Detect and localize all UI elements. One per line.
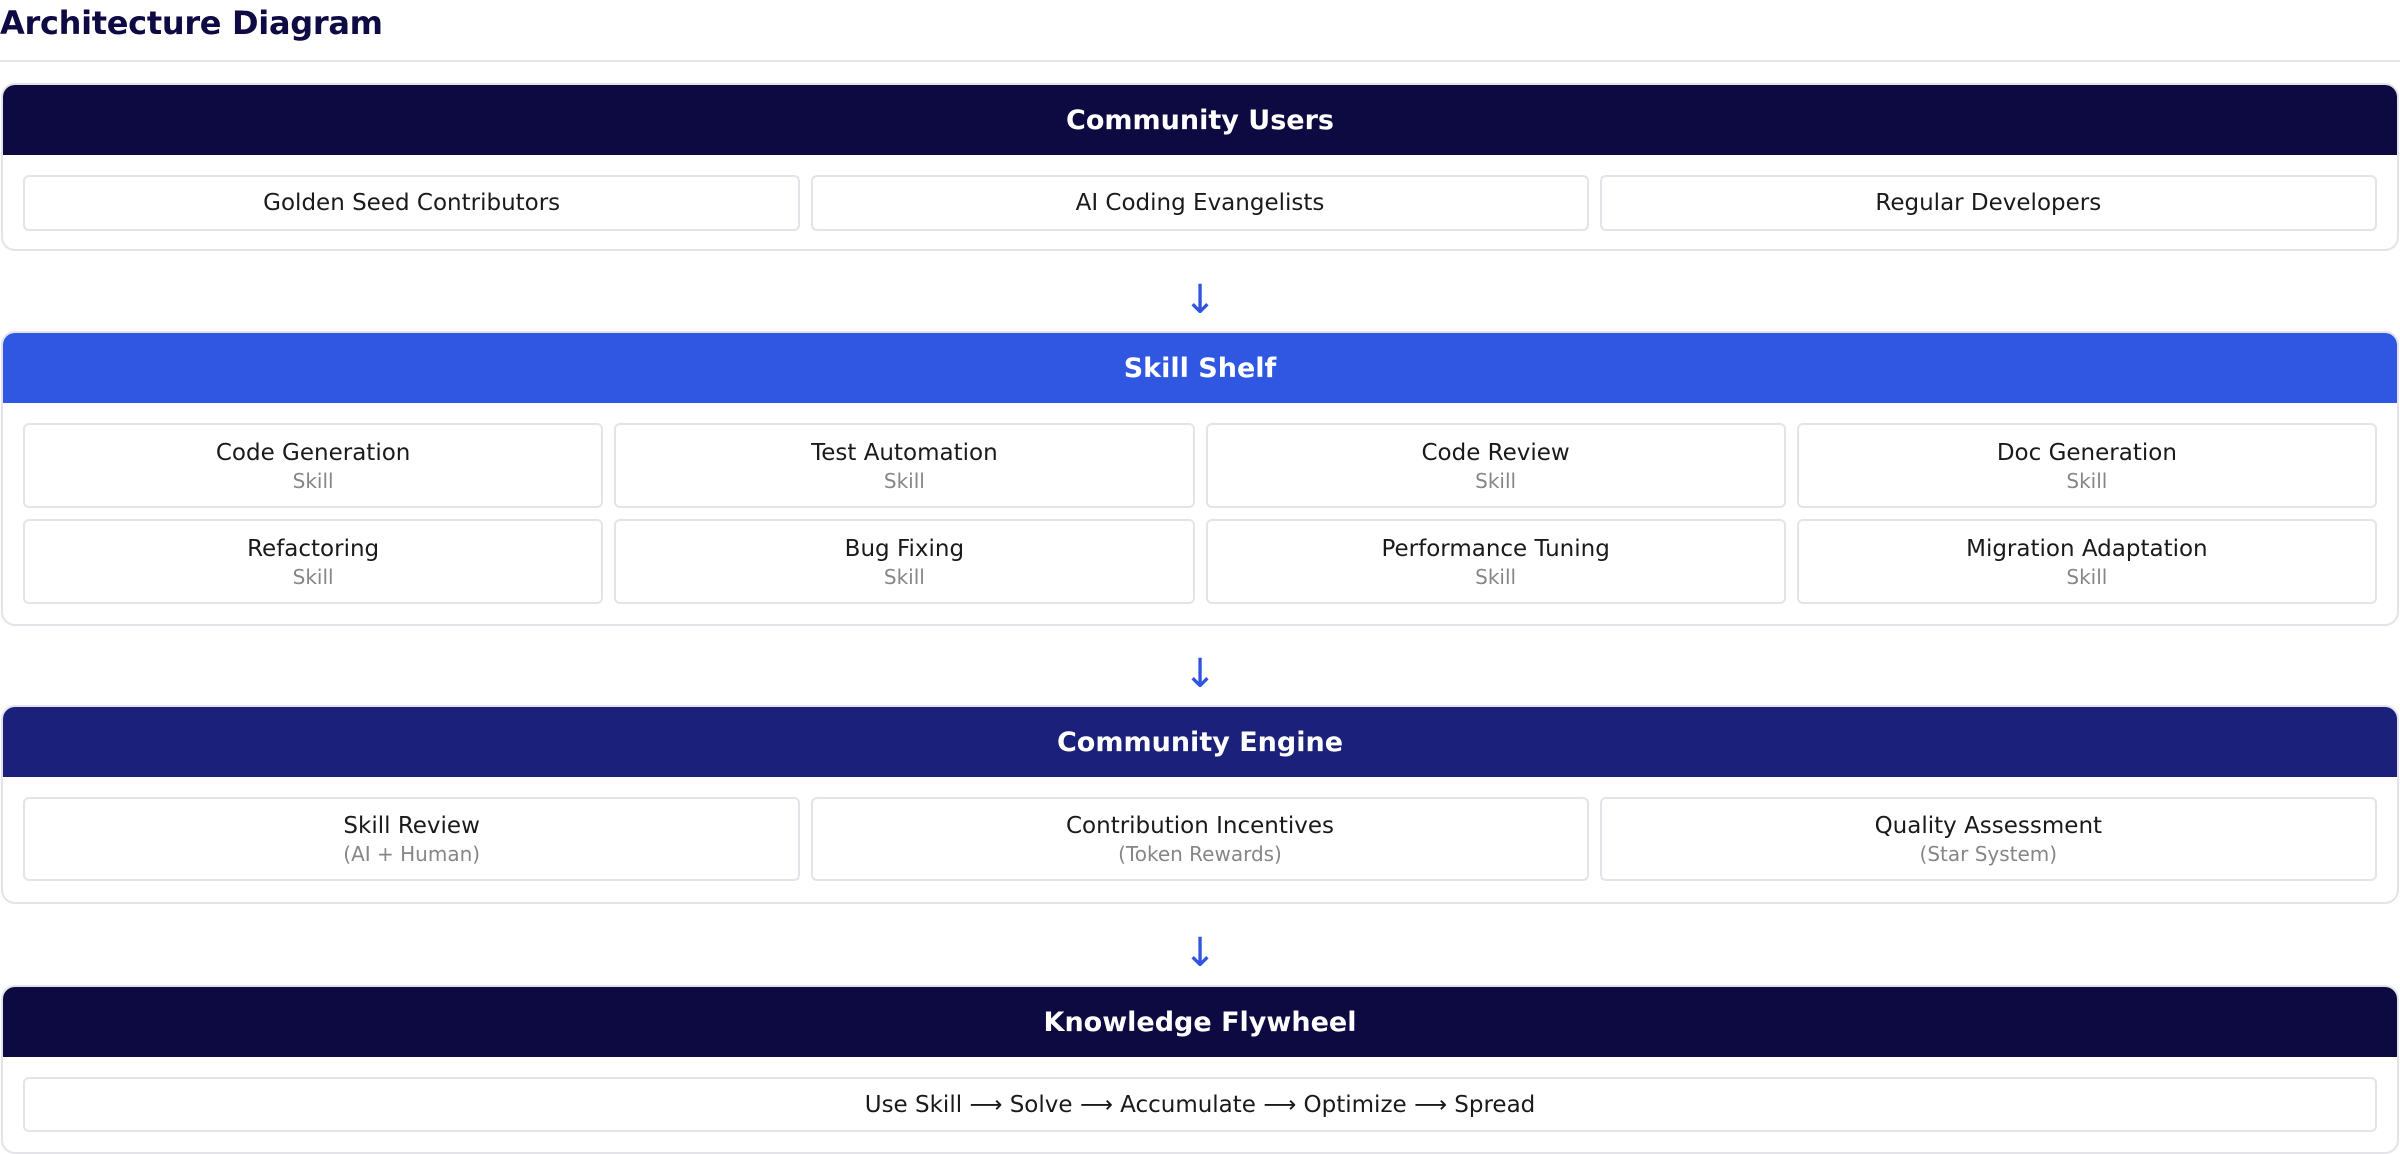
flywheel-cycle-text: Use Skill ⟶ Solve ⟶ Accumulate ⟶ Optimiz… [864, 1091, 1536, 1118]
layer-header: Skill Shelf [3, 333, 2397, 403]
layer-knowledge-flywheel: Knowledge Flywheel Use Skill ⟶ Solve ⟶ A… [1, 985, 2399, 1154]
card-title: Bug Fixing [844, 535, 965, 562]
layer-title: Community Users [1066, 104, 1334, 136]
skill-card-bug-fixing: Bug Fixing Skill [614, 519, 1195, 604]
arrow-down-icon: ↓ [1183, 930, 1217, 976]
layer-community-engine: Community Engine Skill Review (AI + Huma… [1, 705, 2399, 904]
layer-title: Community Engine [1056, 726, 1344, 758]
skill-card-code-generation: Code Generation Skill [23, 423, 604, 508]
skill-card-doc-generation: Doc Generation Skill [1796, 423, 2377, 508]
card-title: Code Review [1421, 439, 1570, 466]
card-subtitle: Skill [292, 564, 334, 589]
card-title: Contribution Incentives [1065, 813, 1334, 839]
card-title: Refactoring [247, 535, 380, 562]
page-title: Architecture Diagram [0, 4, 383, 42]
layer-header: Community Users [3, 85, 2397, 155]
card-title: Migration Adaptation [1966, 535, 2208, 562]
card-title: Doc Generation [1996, 439, 2177, 466]
user-card-golden-seed: Golden Seed Contributors [23, 175, 801, 231]
card-title: Regular Developers [1875, 190, 2102, 216]
card-subtitle: Skill [1475, 564, 1517, 589]
skill-card-performance-tuning: Performance Tuning Skill [1205, 519, 1786, 604]
skill-card-code-review: Code Review Skill [1205, 423, 1786, 508]
skill-card-migration-adaptation: Migration Adaptation Skill [1796, 519, 2377, 604]
user-card-ai-evangelists: AI Coding Evangelists [811, 175, 1589, 231]
skill-card-test-automation: Test Automation Skill [614, 423, 1195, 508]
card-subtitle: Skill [883, 468, 925, 493]
card-title: Code Generation [215, 439, 411, 466]
arrow-down-icon: ↓ [1183, 651, 1217, 697]
arrow-down-icon: ↓ [1183, 277, 1217, 323]
card-subtitle: (AI + Human) [343, 842, 481, 866]
card-subtitle: Skill [1475, 468, 1517, 493]
card-subtitle: Skill [2066, 564, 2108, 589]
layer-community-users: Community Users Golden Seed Contributors… [1, 83, 2399, 251]
layer-title: Knowledge Flywheel [1043, 1006, 1357, 1038]
card-title: Quality Assessment [1874, 813, 2103, 839]
layer-header: Knowledge Flywheel [3, 987, 2397, 1057]
engine-card-quality-assessment: Quality Assessment (Star System) [1599, 797, 2377, 881]
user-card-regular-developers: Regular Developers [1599, 175, 2377, 231]
skill-card-refactoring: Refactoring Skill [23, 519, 604, 604]
engine-card-contribution-incentives: Contribution Incentives (Token Rewards) [811, 797, 1589, 881]
card-title: Golden Seed Contributors [263, 190, 561, 216]
title-divider [0, 60, 2400, 62]
card-subtitle: Skill [292, 468, 334, 493]
layer-skill-shelf: Skill Shelf Code Generation Skill Test A… [1, 331, 2399, 626]
architecture-diagram: Architecture Diagram Community Users Gol… [0, 0, 2400, 1154]
card-title: Skill Review [343, 813, 480, 839]
card-subtitle: Skill [883, 564, 925, 589]
engine-card-skill-review: Skill Review (AI + Human) [23, 797, 801, 881]
card-subtitle: Skill [2066, 468, 2108, 493]
card-title: Performance Tuning [1381, 535, 1610, 562]
card-title: Test Automation [811, 439, 998, 466]
card-subtitle: (Token Rewards) [1118, 842, 1282, 866]
card-title: AI Coding Evangelists [1075, 190, 1325, 216]
layer-title: Skill Shelf [1123, 352, 1277, 384]
card-subtitle: (Star System) [1919, 842, 2058, 866]
flywheel-cycle-card: Use Skill ⟶ Solve ⟶ Accumulate ⟶ Optimiz… [23, 1077, 2377, 1132]
layer-header: Community Engine [3, 707, 2397, 777]
